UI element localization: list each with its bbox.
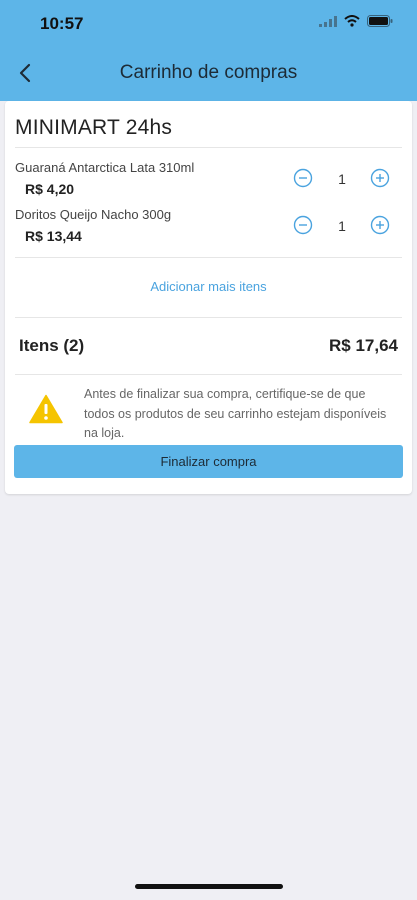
item-price: R$ 13,44	[25, 228, 82, 244]
cart-card: MINIMART 24hs Guaraná Antarctica Lata 31…	[5, 101, 412, 494]
item-name: Guaraná Antarctica Lata 310ml	[15, 160, 195, 175]
item-quantity: 1	[338, 218, 346, 234]
finish-purchase-button[interactable]: Finalizar compra	[14, 445, 403, 478]
status-time: 10:57	[40, 14, 84, 33]
divider	[15, 317, 402, 318]
warning-icon	[29, 394, 63, 424]
item-name: Doritos Queijo Nacho 300g	[15, 207, 172, 222]
plus-circle-icon[interactable]	[370, 168, 390, 188]
minus-circle-icon[interactable]	[293, 215, 313, 235]
app-header: 10:57 Carrinho de compras	[0, 0, 417, 101]
store-name: MINIMART 24hs	[15, 116, 173, 139]
battery-icon	[367, 15, 393, 27]
signal-icon	[319, 15, 337, 27]
add-more-items-link[interactable]: Adicionar mais itens	[5, 279, 412, 294]
cart-total: R$ 17,64	[329, 336, 398, 355]
item-quantity: 1	[338, 171, 346, 187]
status-icons	[319, 15, 393, 27]
minus-circle-icon[interactable]	[293, 168, 313, 188]
divider	[15, 147, 402, 148]
wifi-icon	[344, 15, 360, 27]
items-count-label: Itens (2)	[19, 336, 85, 355]
page-title: Carrinho de compras	[119, 62, 298, 83]
divider	[15, 257, 402, 258]
item-price: R$ 4,20	[25, 181, 75, 197]
warning-message: Antes de finalizar sua compra, certifiqu…	[84, 387, 387, 440]
divider	[15, 374, 402, 375]
home-indicator[interactable]	[135, 884, 283, 889]
plus-circle-icon[interactable]	[370, 215, 390, 235]
